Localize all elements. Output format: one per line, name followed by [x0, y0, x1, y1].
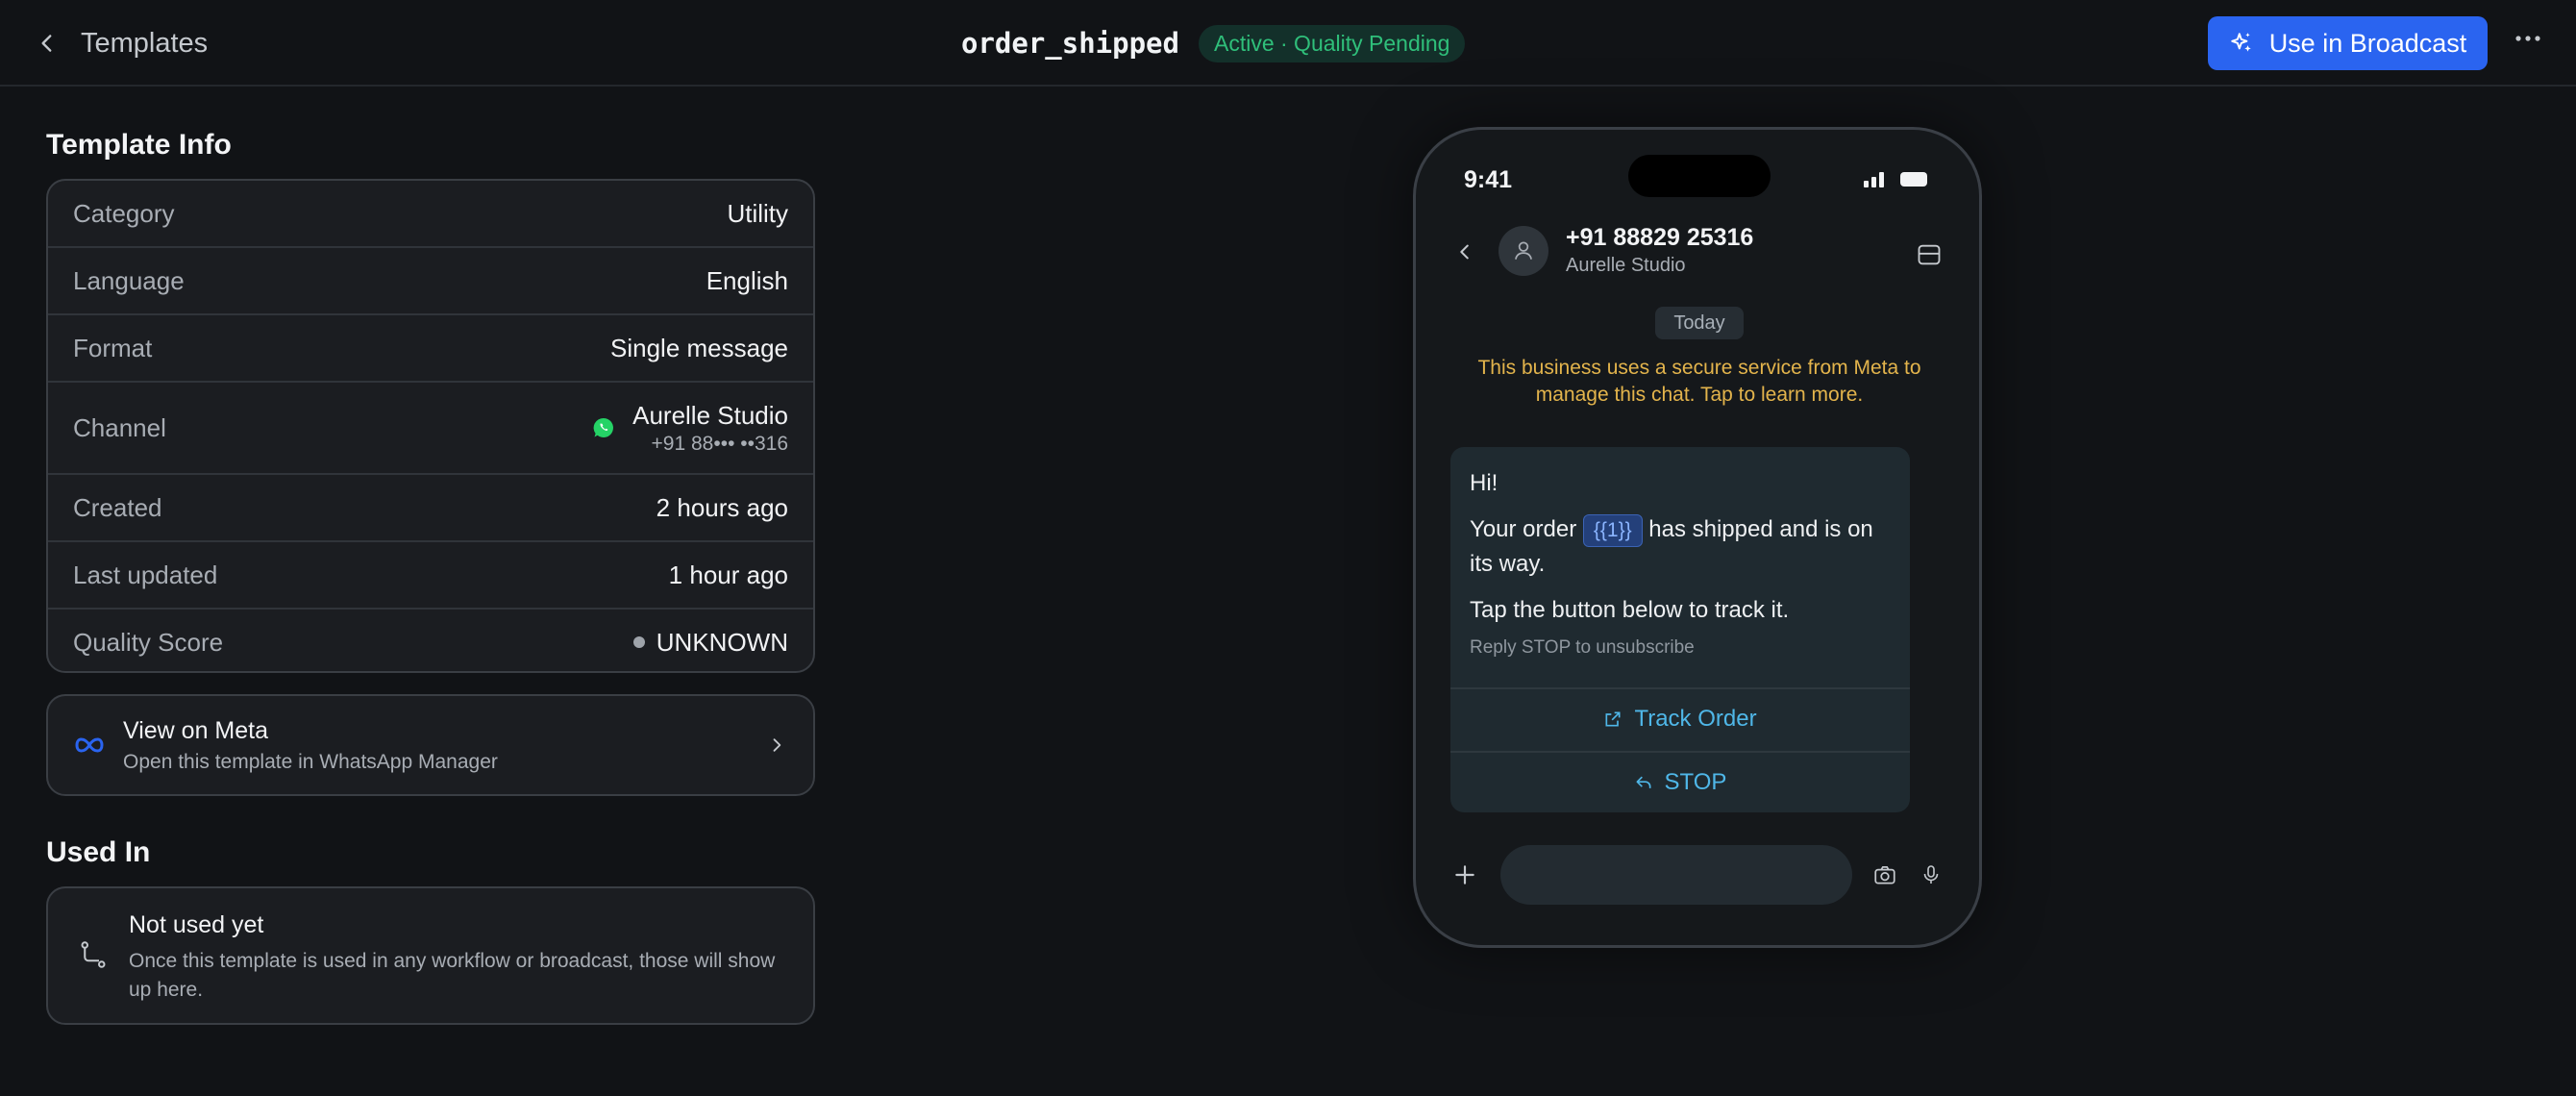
used-in-empty-card: Not used yet Once this template is used … [46, 886, 815, 1025]
used-in-empty-title: Not used yet [129, 911, 264, 938]
avatar [1499, 226, 1548, 276]
quality-dot-icon [632, 636, 645, 648]
info-value: Single message [610, 333, 788, 362]
quality-text: UNKNOWN [656, 627, 788, 657]
view-on-meta-subtitle: Open this template in WhatsApp Manager [123, 750, 498, 773]
message-footer: Reply STOP to unsubscribe [1470, 637, 1695, 658]
storefront-icon[interactable] [1916, 241, 1943, 268]
dynamic-island [1628, 155, 1771, 197]
info-value: 2 hours ago [656, 492, 788, 522]
status-badge: Active · Quality Pending [1198, 24, 1466, 62]
used-in-title: Used In [46, 836, 151, 868]
variable-chip: {{1}} [1582, 514, 1643, 547]
back-label: Templates [81, 27, 209, 59]
info-value: Utility [727, 198, 788, 228]
track-order-button[interactable]: Track Order [1450, 687, 1910, 749]
track-order-label: Track Order [1634, 706, 1757, 732]
info-label: Quality Score [73, 627, 224, 657]
info-label: Last updated [73, 560, 218, 589]
info-row-language: Language English [48, 248, 813, 315]
channel-value: Aurelle Studio +91 88••• ••316 [592, 401, 788, 456]
battery-icon [1900, 172, 1927, 187]
workflow-icon [81, 941, 106, 968]
view-on-meta-title: View on Meta [123, 716, 269, 744]
date-chip: Today [1655, 307, 1744, 339]
more-horizontal-icon [2515, 36, 2540, 41]
status-bar-time: 9:41 [1464, 166, 1513, 193]
info-row-category: Category Utility [48, 181, 813, 248]
view-on-meta-link[interactable]: View on Meta Open this template in Whats… [46, 694, 815, 796]
info-row-format: Format Single message [48, 315, 813, 383]
message-line-prefix: Your order [1470, 516, 1577, 542]
message-input-bar [1416, 845, 1979, 907]
status-bar-icons [1864, 170, 1929, 187]
security-notice[interactable]: This business uses a secure service from… [1474, 355, 1925, 409]
message-line: Your order {{1}} has shipped and is on i… [1470, 512, 1891, 582]
chevron-left-icon [41, 35, 52, 52]
channel-name: Aurelle Studio [632, 400, 788, 430]
channel-phone: +91 88••• ••316 [651, 432, 788, 455]
used-in-empty-description: Once this template is used in any workfl… [129, 950, 776, 1001]
plus-icon[interactable] [1452, 862, 1477, 887]
stop-button[interactable]: STOP [1450, 751, 1910, 812]
info-row-last-updated: Last updated 1 hour ago [48, 542, 813, 610]
phone-preview: 9:41 +91 88829 25316 Aurelle Studio Toda… [1413, 127, 1982, 948]
use-in-broadcast-label: Use in Broadcast [2268, 28, 2467, 58]
signal-icon [1864, 172, 1884, 187]
meta-infinity-icon [75, 737, 104, 753]
template-info-title: Template Info [46, 129, 232, 161]
template-title-group: order_shipped Active · Quality Pending [961, 23, 1466, 63]
chat-back-icon[interactable] [1454, 241, 1475, 262]
template-info-card: Category Utility Language English Format… [46, 179, 815, 673]
message-bubble: Hi! Your order {{1}} has shipped and is … [1450, 447, 1910, 812]
back-to-templates-link[interactable]: Templates [35, 23, 208, 63]
stop-label: STOP [1664, 769, 1727, 795]
template-name: order_shipped [961, 27, 1179, 60]
info-label: Channel [73, 412, 166, 442]
external-link-icon [1605, 711, 1621, 727]
message-input[interactable] [1500, 845, 1852, 905]
chat-header: +91 88829 25316 Aurelle Studio [1416, 222, 1979, 284]
top-header: Templates order_shipped Active · Quality… [0, 0, 2576, 87]
info-row-quality-score: Quality Score UNKNOWN [48, 610, 813, 671]
info-row-channel: Channel Aurelle Studio +91 88••• ••316 [48, 383, 813, 475]
info-value: English [706, 265, 788, 295]
message-cta: Tap the button below to track it. [1470, 597, 1790, 623]
microphone-icon[interactable] [1920, 860, 1943, 889]
use-in-broadcast-button[interactable]: Use in Broadcast [2208, 16, 2488, 70]
info-label: Created [73, 492, 162, 522]
contact-name: Aurelle Studio [1566, 255, 1686, 276]
user-icon [1515, 241, 1532, 260]
camera-icon[interactable] [1871, 862, 1898, 887]
info-label: Language [73, 265, 185, 295]
message-greeting: Hi! [1470, 470, 1499, 496]
whatsapp-icon [593, 417, 614, 437]
reply-icon [1636, 776, 1651, 788]
info-value: 1 hour ago [668, 560, 788, 589]
sparkle-icon [2230, 33, 2251, 52]
more-options-button[interactable] [2511, 21, 2545, 56]
info-row-created: Created 2 hours ago [48, 475, 813, 542]
info-label: Format [73, 333, 153, 362]
contact-number: +91 88829 25316 [1566, 224, 1754, 251]
quality-value: UNKNOWN [632, 627, 788, 658]
info-label: Category [73, 198, 175, 228]
chevron-right-icon [773, 738, 781, 752]
